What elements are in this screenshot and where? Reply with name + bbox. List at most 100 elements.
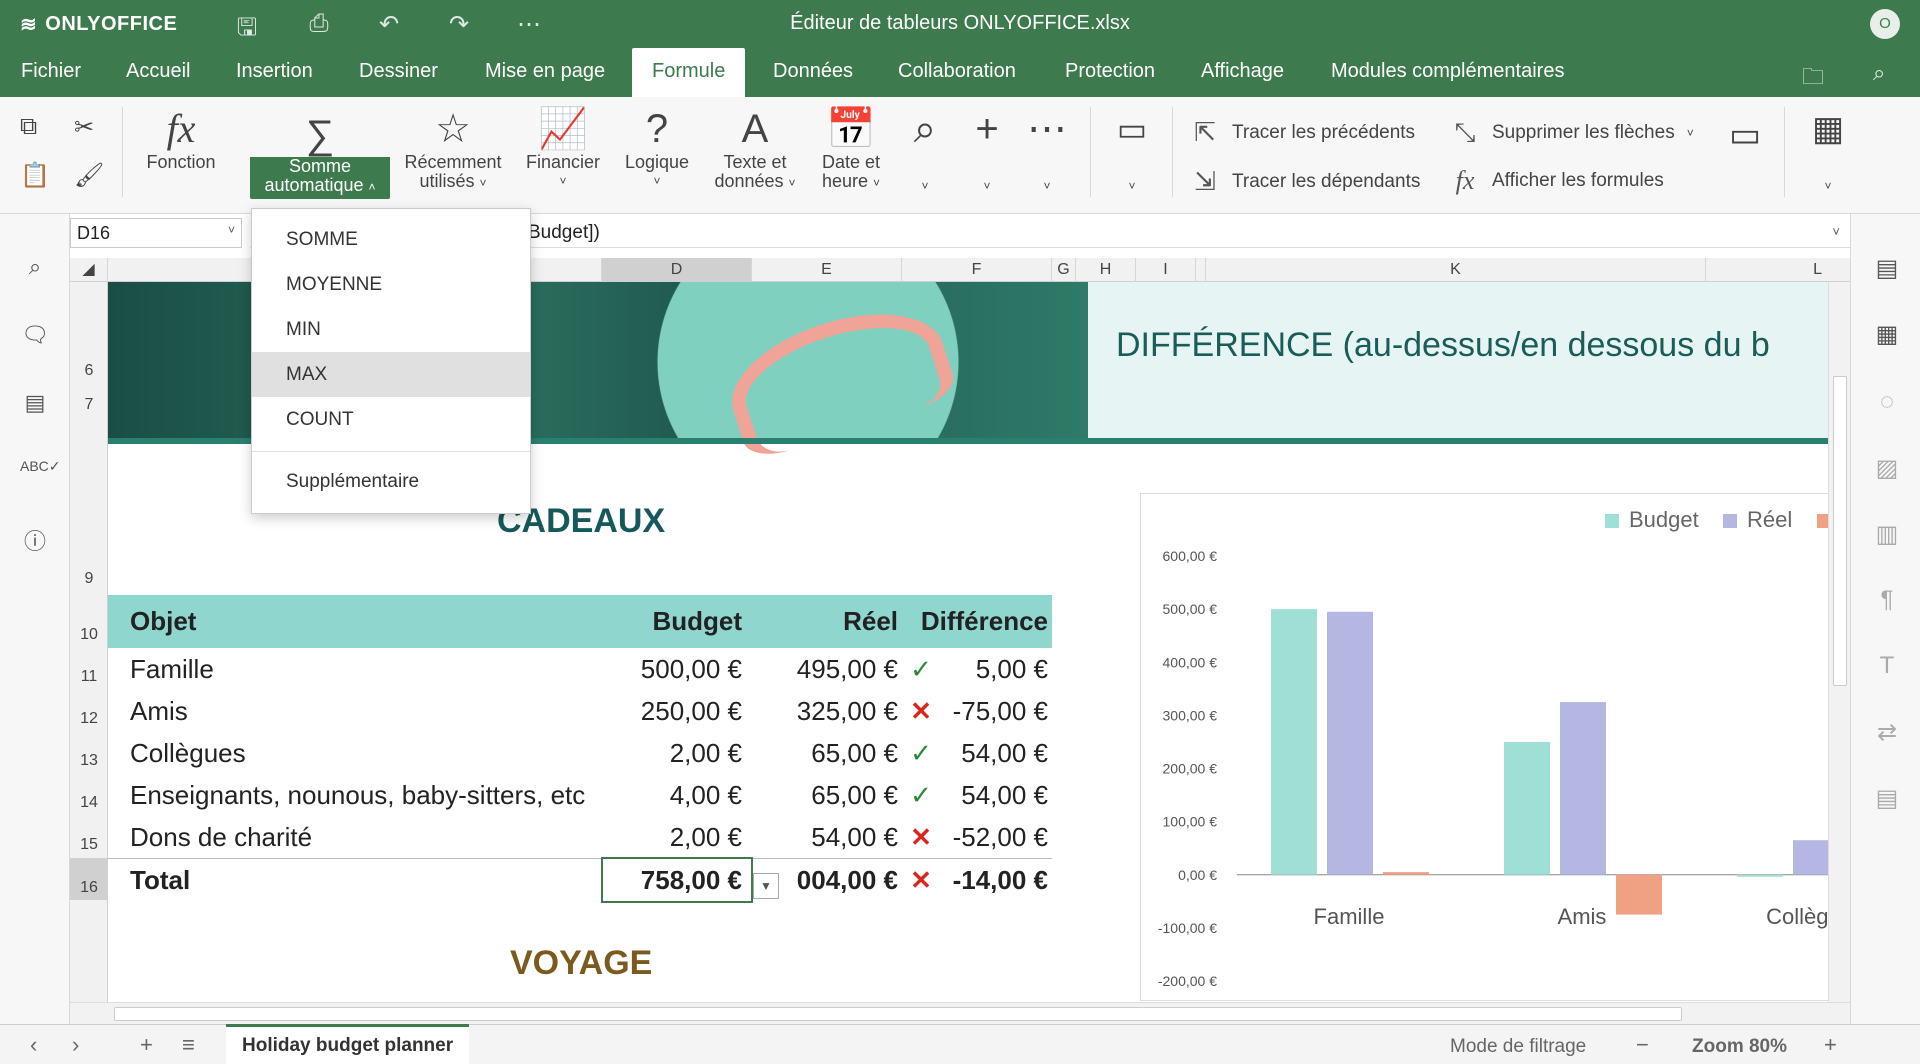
select-all-corner[interactable]: ◢ bbox=[70, 258, 108, 282]
table-total-row[interactable]: Total 758,00 € 004,00 € ✕ -14,00 € bbox=[108, 858, 1052, 900]
table-row[interactable]: Amis 250,00 € 325,00 € ✕ -75,00 € bbox=[108, 690, 1052, 732]
tab-insertion[interactable]: Insertion bbox=[216, 48, 333, 97]
tab-fichier[interactable]: Fichier bbox=[1, 48, 101, 97]
vertical-scrollbar[interactable] bbox=[1828, 282, 1850, 1002]
row-header[interactable]: 6 bbox=[70, 362, 108, 380]
menu-item-min[interactable]: MIN bbox=[252, 307, 530, 352]
chat-icon[interactable]: ▤ bbox=[20, 390, 50, 416]
row-header[interactable]: 15 bbox=[70, 836, 108, 854]
chevron-down-icon[interactable]: ˅ bbox=[228, 223, 235, 237]
menu-item-moyenne[interactable]: MOYENNE bbox=[252, 262, 530, 307]
trace-precedents-button[interactable]: ⇱ Tracer les précédents bbox=[1190, 117, 1415, 148]
sheet-tab-active[interactable]: Holiday budget planner bbox=[226, 1024, 470, 1064]
autosum-button[interactable]: ∑ Somme automatique ˄ bbox=[250, 111, 390, 199]
table-row[interactable]: Dons de charité 2,00 € 54,00 € ✕ -52,00 … bbox=[108, 816, 1052, 858]
user-avatar[interactable]: O bbox=[1870, 9, 1900, 39]
row-header[interactable]: 9 bbox=[70, 570, 108, 588]
column-header-e[interactable]: E bbox=[752, 258, 902, 282]
chevron-down-icon: ˅ bbox=[921, 179, 929, 193]
column-header-g[interactable]: G bbox=[1052, 258, 1076, 282]
row-header[interactable]: 10 bbox=[70, 626, 108, 644]
row-header[interactable]: 7 bbox=[70, 396, 108, 414]
lookup-button[interactable]: ⌕ ˅ bbox=[900, 105, 950, 196]
menu-item-count[interactable]: COUNT bbox=[252, 397, 530, 442]
name-box[interactable]: D16 ˅ bbox=[70, 218, 242, 248]
pivot-table-icon[interactable]: ⇄ bbox=[1871, 718, 1903, 747]
next-sheet-icon[interactable]: › bbox=[72, 1032, 79, 1058]
financial-button[interactable]: 📈 Financier ˅ bbox=[520, 105, 606, 191]
row-header[interactable]: 13 bbox=[70, 752, 108, 770]
remove-arrows-button[interactable]: ⤡ Supprimer les flèches ˅ bbox=[1450, 117, 1694, 149]
tab-protection[interactable]: Protection bbox=[1045, 48, 1175, 97]
column-header-h[interactable]: H bbox=[1076, 258, 1136, 282]
menu-item-max[interactable]: MAX bbox=[252, 352, 530, 397]
trace-dependents-button[interactable]: ⇲ Tracer les dépendants bbox=[1190, 166, 1420, 197]
recent-functions-button[interactable]: ☆ Récemment utilisés ˅ bbox=[398, 105, 508, 193]
chart-settings-icon[interactable]: ▥ bbox=[1871, 520, 1903, 549]
zoom-level[interactable]: Zoom 80% bbox=[1692, 1036, 1787, 1058]
selected-cell[interactable] bbox=[601, 857, 753, 903]
tab-accueil[interactable]: Accueil bbox=[106, 48, 210, 97]
text-data-button[interactable]: A Texte et données ˅ bbox=[708, 105, 802, 193]
row-header[interactable]: 12 bbox=[70, 710, 108, 728]
tab-donnees[interactable]: Données bbox=[753, 48, 873, 97]
copy-icon[interactable]: ⧉ bbox=[20, 113, 37, 141]
horizontal-scrollbar[interactable] bbox=[70, 1002, 1850, 1024]
slicer-icon[interactable]: ▤ bbox=[1871, 784, 1903, 813]
format-painter-icon[interactable]: 🖌 bbox=[74, 161, 104, 190]
table-row[interactable]: Famille 500,00 € 495,00 € ✓ 5,00 € bbox=[108, 648, 1052, 690]
column-header-d[interactable]: D bbox=[602, 258, 752, 282]
row-header-active[interactable]: 16 bbox=[70, 858, 108, 900]
more-functions-button[interactable]: ⋯ ˅ bbox=[1022, 105, 1072, 196]
budget-chart[interactable]: 600,00 € 500,00 € 400,00 € 300,00 € 200,00 €… bbox=[1140, 493, 1830, 1001]
column-header-k[interactable]: K bbox=[1206, 258, 1706, 282]
date-time-button[interactable]: 📅 Date et heure ˅ bbox=[808, 105, 894, 193]
tab-modules[interactable]: Modules complémentaires bbox=[1311, 48, 1584, 97]
cell-dropdown-button[interactable]: ▼ bbox=[753, 873, 779, 899]
logical-button[interactable]: ? Logique ˅ bbox=[614, 105, 700, 191]
vertical-scroll-thumb[interactable] bbox=[1833, 376, 1847, 686]
calculation-button[interactable]: ▦ ˅ bbox=[1800, 105, 1856, 196]
tab-mise-en-page[interactable]: Mise en page bbox=[465, 48, 625, 97]
tab-dessiner[interactable]: Dessiner bbox=[339, 48, 458, 97]
search-icon[interactable]: ⌕ bbox=[1873, 60, 1885, 86]
tab-formule[interactable]: Formule bbox=[632, 48, 746, 97]
sheet-list-icon[interactable]: ≡ bbox=[182, 1032, 195, 1058]
table-row[interactable]: Enseignants, nounous, baby-sitters, etc … bbox=[108, 774, 1052, 816]
shape-settings-icon[interactable]: ◌ bbox=[1871, 388, 1903, 416]
table-settings-icon[interactable]: ▦ bbox=[1871, 320, 1903, 349]
expand-formula-icon[interactable]: ˅ bbox=[1832, 224, 1840, 239]
column-header-i[interactable]: I bbox=[1136, 258, 1196, 282]
paragraph-settings-icon[interactable]: ¶ bbox=[1871, 586, 1903, 614]
menu-item-somme[interactable]: SOMME bbox=[252, 217, 530, 262]
table-row[interactable]: Collègues 2,00 € 65,00 € ✓ 54,00 € bbox=[108, 732, 1052, 774]
comments-icon[interactable]: 🗨 bbox=[20, 322, 50, 348]
prev-sheet-icon[interactable]: ‹ bbox=[30, 1032, 37, 1058]
named-ranges-button[interactable]: ▭ ˅ bbox=[1104, 105, 1160, 196]
column-header-j[interactable] bbox=[1196, 258, 1206, 282]
show-formulas-button[interactable]: fx Afficher les formules bbox=[1450, 166, 1664, 196]
watch-window-button[interactable]: ▭ bbox=[1718, 111, 1772, 159]
tab-affichage[interactable]: Affichage bbox=[1181, 48, 1304, 97]
open-location-icon[interactable]: 🗀 bbox=[1802, 60, 1824, 98]
paste-icon[interactable]: 📋 bbox=[20, 161, 50, 190]
function-button[interactable]: fx Fonction bbox=[136, 105, 226, 172]
column-header-l[interactable]: L bbox=[1706, 258, 1828, 282]
menu-item-supplementaire[interactable]: Supplémentaire bbox=[252, 459, 530, 504]
zoom-in-icon[interactable]: + bbox=[1824, 1032, 1837, 1058]
column-header-f[interactable]: F bbox=[902, 258, 1052, 282]
add-sheet-icon[interactable]: + bbox=[140, 1032, 153, 1058]
spellcheck-icon[interactable]: ABC✓ bbox=[20, 458, 61, 475]
horizontal-scroll-thumb[interactable] bbox=[114, 1007, 1682, 1021]
cut-icon[interactable]: ✂ bbox=[74, 113, 94, 142]
image-settings-icon[interactable]: ▨ bbox=[1871, 454, 1903, 483]
search-icon[interactable]: ⌕ bbox=[20, 254, 50, 280]
row-header[interactable]: 14 bbox=[70, 794, 108, 812]
text-art-icon[interactable]: T bbox=[1871, 652, 1903, 680]
zoom-out-icon[interactable]: − bbox=[1636, 1032, 1649, 1058]
math-button[interactable]: + ˅ bbox=[962, 105, 1012, 196]
row-header[interactable]: 11 bbox=[70, 668, 108, 686]
tab-collaboration[interactable]: Collaboration bbox=[878, 48, 1036, 97]
info-icon[interactable]: ⓘ bbox=[20, 524, 50, 556]
cell-settings-icon[interactable]: ▤ bbox=[1871, 254, 1903, 283]
